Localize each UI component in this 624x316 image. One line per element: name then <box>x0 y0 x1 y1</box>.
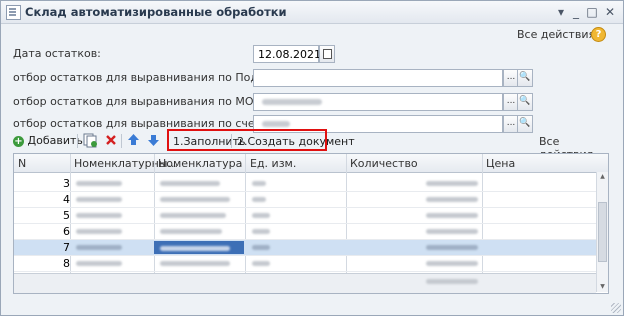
highlight-box <box>167 129 327 151</box>
blurred-total <box>426 279 478 284</box>
help-icon[interactable]: ? <box>591 27 606 42</box>
blurred-cell <box>160 197 230 202</box>
blurred-cell <box>426 261 478 266</box>
row-number: 5 <box>63 209 70 222</box>
row-number: 8 <box>63 257 70 270</box>
table-row[interactable]: 5 <box>14 208 596 224</box>
col-header-nomenclature[interactable]: Номенклатура <box>158 157 242 170</box>
blurred-cell <box>426 245 478 250</box>
blurred-cell <box>76 245 122 250</box>
totals-row <box>14 274 596 289</box>
row-number: 7 <box>63 241 70 254</box>
window-menu-icon[interactable]: ▾ <box>553 4 569 20</box>
divider <box>121 134 122 148</box>
scroll-down-icon[interactable]: ▼ <box>597 282 608 292</box>
row-number: 6 <box>63 225 70 238</box>
table-row[interactable]: 4 <box>14 192 596 208</box>
copy-button[interactable] <box>83 133 97 149</box>
table-row[interactable]: 8 <box>14 256 596 272</box>
maximize-icon[interactable]: □ <box>584 4 600 20</box>
arrow-up-icon <box>128 134 139 145</box>
plus-icon: + <box>13 135 24 147</box>
row-number: 3 <box>63 177 70 190</box>
processing-window: Склад автоматизированные обработки ▾ _ □… <box>0 0 624 316</box>
col-header-unit[interactable]: Ед. изм. <box>250 157 296 170</box>
delete-button[interactable] <box>105 133 117 149</box>
date-label: Дата остатков: <box>13 47 101 60</box>
blurred-cell <box>426 181 478 186</box>
date-value: 12.08.2021 <box>258 48 321 61</box>
close-icon[interactable]: ✕ <box>602 4 618 20</box>
col-header-quantity[interactable]: Количество <box>350 157 418 170</box>
blurred-cell <box>252 245 270 250</box>
window-titlebar[interactable]: Склад автоматизированные обработки ▾ _ □… <box>1 1 623 24</box>
add-button[interactable]: + Добавить <box>13 134 83 150</box>
mol-filter-label: отбор остатков для выравнивания по МОЛу: <box>13 95 273 108</box>
blurred-value <box>262 121 290 127</box>
all-actions-label: Все действия <box>517 28 596 41</box>
col-header-n[interactable]: N <box>18 157 26 170</box>
blurred-cell <box>252 229 270 234</box>
window-title: Склад автоматизированные обработки <box>25 5 287 19</box>
row-number: 4 <box>63 193 70 206</box>
move-down-button[interactable] <box>147 133 160 149</box>
mol-open-icon[interactable]: 🔍 <box>517 93 533 111</box>
blurred-cell <box>252 197 266 202</box>
minimize-icon[interactable]: _ <box>568 4 584 20</box>
scroll-thumb[interactable] <box>598 202 607 262</box>
calendar-icon[interactable] <box>319 45 335 63</box>
table-header: N Номенклатурны... Номенклатура Ед. изм.… <box>14 154 608 173</box>
table-row[interactable]: 6 <box>14 224 596 240</box>
delete-icon <box>106 135 116 145</box>
move-up-button[interactable] <box>127 133 140 149</box>
resize-grip-icon[interactable] <box>611 303 621 313</box>
blurred-cell <box>426 197 478 202</box>
blurred-cell <box>76 229 122 234</box>
blurred-cell <box>160 261 230 266</box>
arrow-down-icon <box>148 135 159 146</box>
table-footer <box>14 273 596 293</box>
blurred-cell <box>252 213 270 218</box>
blurred-cell <box>426 213 478 218</box>
remains-table[interactable]: N Номенклатурны... Номенклатура Ед. изм.… <box>13 153 609 294</box>
blurred-cell <box>252 261 270 266</box>
blurred-cell <box>160 213 226 218</box>
blurred-value <box>262 99 322 105</box>
form-icon <box>6 5 21 20</box>
scroll-up-icon[interactable]: ▲ <box>597 172 608 182</box>
col-header-price[interactable]: Цена <box>486 157 515 170</box>
mol-filter-field[interactable] <box>253 93 503 111</box>
blurred-cell <box>76 261 122 266</box>
blurred-cell <box>76 197 122 202</box>
vertical-scrollbar[interactable]: ▲ ▼ <box>596 172 608 292</box>
date-field[interactable]: 12.08.2021 <box>253 45 321 63</box>
add-label: Добавить <box>27 134 83 147</box>
divider <box>77 134 78 148</box>
blurred-cell <box>160 246 230 251</box>
blurred-cell <box>76 213 122 218</box>
blurred-cell <box>160 181 220 186</box>
dept-open-icon[interactable]: 🔍 <box>517 69 533 87</box>
blurred-cell <box>252 181 266 186</box>
table-row[interactable]: 3 <box>14 176 596 192</box>
table-row-selected[interactable]: 7 <box>14 240 596 256</box>
dept-filter-field[interactable] <box>253 69 503 87</box>
selected-cell[interactable] <box>154 241 244 254</box>
copy-icon <box>83 133 97 148</box>
blurred-cell <box>426 229 478 234</box>
blurred-cell <box>160 229 222 234</box>
all-actions-menu-top[interactable]: Все действия▾ <box>517 28 602 41</box>
blurred-cell <box>76 181 122 186</box>
